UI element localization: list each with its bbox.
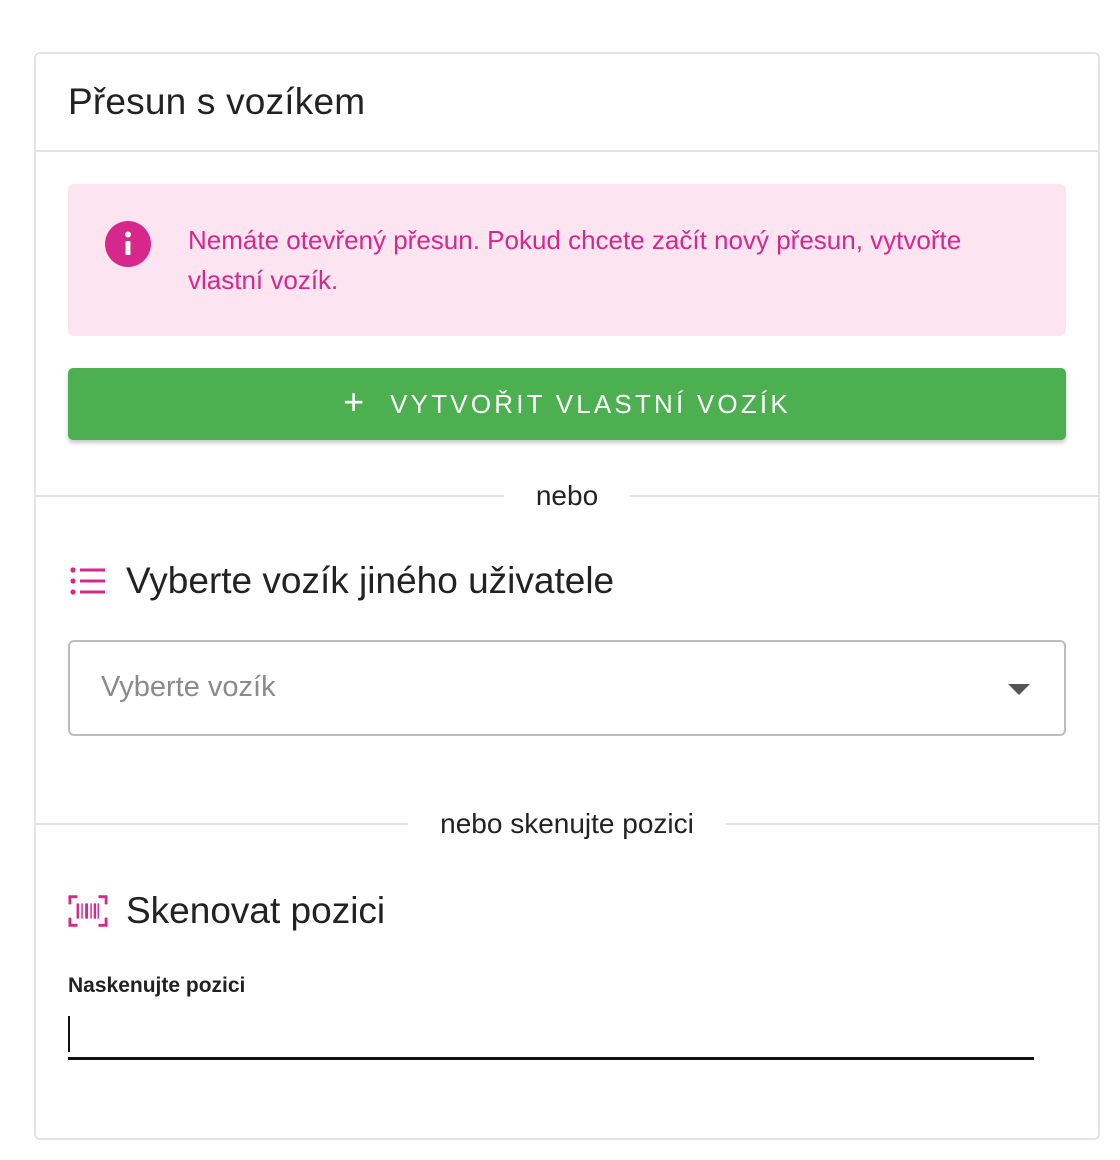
info-icon <box>104 220 152 268</box>
create-own-cart-label: VYTVOŘIT VLASTNÍ VOZÍK <box>390 388 791 419</box>
divider-scan-text: nebo skenujte pozici <box>440 808 694 839</box>
card-header: Přesun s vozíkem <box>36 54 1098 152</box>
divider-line-right <box>630 495 1099 497</box>
divider-or: nebo <box>36 476 1099 516</box>
cart-select[interactable]: Vyberte vozík <box>68 640 1066 736</box>
plus-icon: + <box>343 381 365 422</box>
divider-line-left <box>36 495 504 497</box>
divider-or-text: nebo <box>535 480 599 511</box>
move-card: Přesun s vozíkem Nemáte otevřený přesun.… <box>34 52 1100 1140</box>
list-icon <box>68 561 108 601</box>
text-cursor <box>68 1016 70 1052</box>
scan-section-title: Skenovat pozici <box>68 890 385 932</box>
chevron-down-icon <box>1008 684 1030 695</box>
scan-position-label: Naskenujte pozici <box>68 974 246 997</box>
alert-message: Nemáte otevřený přesun. Pokud chcete zač… <box>188 225 962 295</box>
divider-line-left <box>36 823 409 825</box>
other-user-section-heading: Vyberte vozík jiného uživatele <box>126 560 615 601</box>
card-title: Přesun s vozíkem <box>68 81 366 122</box>
info-alert: Nemáte otevřený přesun. Pokud chcete zač… <box>68 184 1066 336</box>
divider-scan: nebo skenujte pozici <box>36 804 1099 844</box>
scan-section-heading: Skenovat pozici <box>126 890 386 931</box>
divider-line-right <box>725 823 1099 825</box>
other-user-section-title: Vyberte vozík jiného uživatele <box>68 560 614 602</box>
cart-select-placeholder: Vyberte vozík <box>101 671 276 703</box>
create-own-cart-button[interactable]: + VYTVOŘIT VLASTNÍ VOZÍK <box>68 368 1066 440</box>
scan-position-input[interactable] <box>68 1012 1034 1060</box>
barcode-scan-icon <box>68 891 108 931</box>
